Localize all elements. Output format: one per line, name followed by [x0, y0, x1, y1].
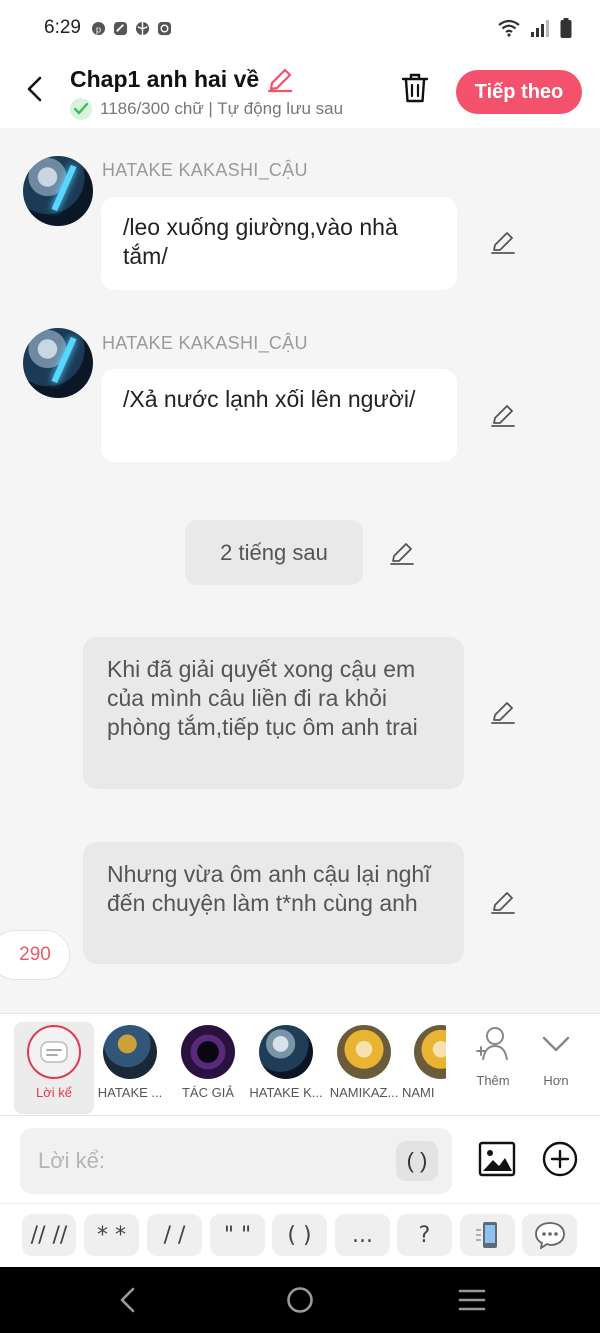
- nav-home-icon[interactable]: [285, 1285, 315, 1315]
- editor-header: Chap1 anh hai về 1186/300 chữ | Tự động …: [0, 56, 600, 128]
- shortcut-asterisk[interactable]: * *: [84, 1214, 139, 1256]
- trash-icon: [401, 73, 429, 103]
- nav-menu-icon[interactable]: [457, 1285, 487, 1315]
- character-label: HATAKE ...: [97, 1085, 163, 1100]
- shortcut-ellipsis[interactable]: ...: [335, 1214, 390, 1256]
- narration-bubble[interactable]: Khi đã giải quyết xong cậu em của mình c…: [83, 637, 464, 789]
- svg-text:p: p: [96, 24, 101, 34]
- character-label: TÁC GIẢ: [181, 1085, 234, 1100]
- shortcut-quote[interactable]: " ": [210, 1214, 265, 1256]
- character-label: NAMI: [402, 1085, 435, 1100]
- next-button[interactable]: Tiếp theo: [456, 70, 582, 114]
- speaker-name: HATAKE KAKASHI_CẬU: [102, 333, 308, 353]
- avatar: [181, 1025, 235, 1079]
- edit-icon[interactable]: [490, 230, 516, 256]
- avatar: [414, 1025, 446, 1079]
- character-namikaze-partial[interactable]: NAMI: [402, 1022, 446, 1114]
- add-character-button[interactable]: Thêm: [463, 1024, 523, 1088]
- avatar: [259, 1025, 313, 1079]
- dialogue-bubble[interactable]: /leo xuống giường,vào nhà tắm/: [101, 197, 457, 290]
- wifi-icon: [498, 19, 520, 37]
- chapter-title[interactable]: Chap1 anh hai về: [70, 66, 259, 93]
- shortcut-double-slash[interactable]: // //: [22, 1214, 76, 1256]
- chevron-down-icon: [542, 1036, 570, 1052]
- word-count-autosave: 1186/300 chữ | Tự động lưu sau: [100, 99, 344, 118]
- system-nav-bar: [0, 1267, 600, 1333]
- shortcut-parentheses[interactable]: ( ): [272, 1214, 327, 1256]
- image-icon[interactable]: [478, 1140, 516, 1178]
- chat-bubble-icon: [534, 1222, 565, 1249]
- more-label: Hơn: [543, 1073, 569, 1088]
- signal-icon: [531, 20, 549, 37]
- edit-icon[interactable]: [490, 700, 516, 726]
- save-status: 1186/300 chữ | Tự động lưu sau: [70, 98, 376, 120]
- shortcut-slash[interactable]: / /: [147, 1214, 202, 1256]
- character-selector: Lời kể HATAKE ... TÁC GIẢ HATAKE K... NA…: [0, 1013, 600, 1115]
- back-button[interactable]: [18, 72, 52, 106]
- add-user-icon: [476, 1027, 508, 1061]
- message-count-badge[interactable]: 290: [0, 930, 70, 980]
- character-label: NAMIKAZ...: [329, 1085, 399, 1100]
- speaker-name: HATAKE KAKASHI_CẬU: [102, 160, 308, 180]
- avatar: [337, 1025, 391, 1079]
- shortcut-chat[interactable]: [522, 1214, 577, 1256]
- pinterest-icon: p: [91, 21, 106, 35]
- character-narrator[interactable]: Lời kể: [14, 1022, 94, 1114]
- delete-button[interactable]: [400, 72, 434, 106]
- status-time: 6:29: [44, 17, 81, 38]
- narration-input[interactable]: [20, 1128, 452, 1194]
- character-label: HATAKE K...: [249, 1085, 323, 1100]
- avatar[interactable]: [23, 156, 93, 226]
- character-author[interactable]: TÁC GIẢ: [168, 1022, 248, 1114]
- dialogue-bubble[interactable]: /Xả nước lạnh xối lên người/: [101, 369, 457, 462]
- character-hatake-2[interactable]: HATAKE K...: [246, 1022, 326, 1114]
- narration-icon: [27, 1025, 81, 1079]
- shortcut-bar: // // * * / / " " ( ) ... ?: [0, 1203, 600, 1267]
- parentheses-button[interactable]: ( ): [396, 1141, 438, 1181]
- back-arrow-icon: [27, 76, 42, 102]
- time-skip-chip[interactable]: 2 tiếng sau: [185, 520, 363, 585]
- edit-icon[interactable]: [389, 541, 415, 567]
- edit-title-icon[interactable]: [266, 66, 294, 94]
- composer: ( ): [0, 1115, 600, 1203]
- narration-bubble[interactable]: Nhưng vừa ôm anh cậu lại nghĩ đến chuyện…: [83, 842, 464, 964]
- add-label: Thêm: [476, 1073, 510, 1088]
- app-icon: [157, 21, 172, 35]
- phone-icon: [475, 1222, 497, 1248]
- character-namikaze[interactable]: NAMIKAZ...: [324, 1022, 404, 1114]
- avatar[interactable]: [23, 328, 93, 398]
- battery-icon: [560, 18, 572, 38]
- character-label: Lời kể: [36, 1085, 72, 1100]
- add-icon[interactable]: [542, 1141, 578, 1177]
- avatar: [103, 1025, 157, 1079]
- edit-icon[interactable]: [490, 403, 516, 429]
- shortcut-phone[interactable]: [460, 1214, 515, 1256]
- check-icon: [70, 98, 92, 120]
- app-icon: [113, 21, 128, 35]
- status-bar: 6:29 p: [0, 0, 600, 56]
- nav-back-icon[interactable]: [113, 1285, 143, 1315]
- edit-icon[interactable]: [490, 890, 516, 916]
- shortcut-question[interactable]: ?: [397, 1214, 452, 1256]
- more-button[interactable]: Hơn: [526, 1024, 586, 1088]
- character-hatake-1[interactable]: HATAKE ...: [90, 1022, 170, 1114]
- app-icon: [135, 21, 150, 35]
